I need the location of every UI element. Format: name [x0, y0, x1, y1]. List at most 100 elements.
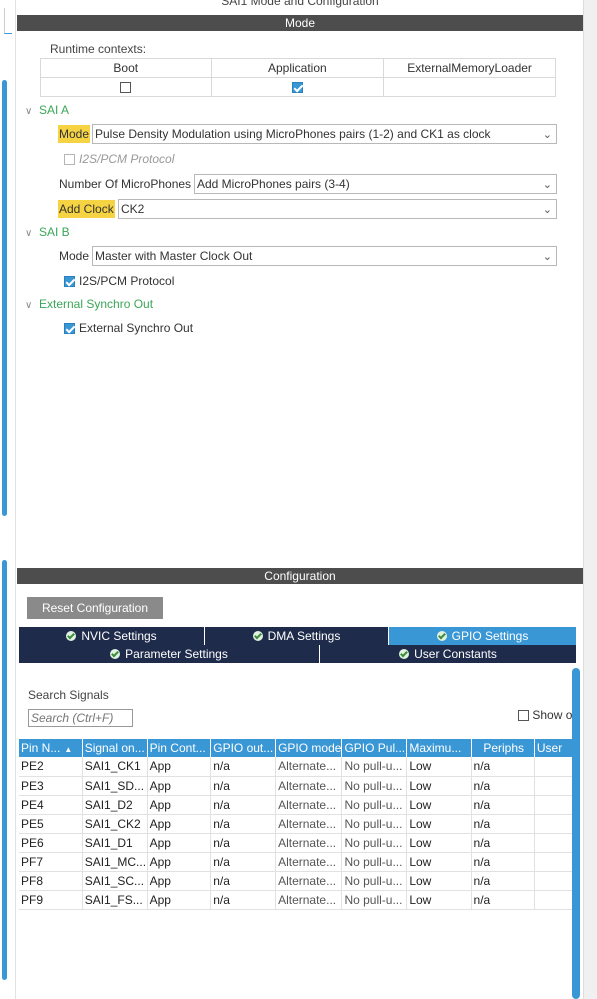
context-application-label: Application — [210, 58, 385, 78]
table-row[interactable]: PF7 SAI1_MC... App n/a Alternate... No pull-u… — [19, 852, 574, 872]
show-only-checkbox[interactable] — [518, 710, 529, 722]
column-header-periphs[interactable]: Periphs — [471, 739, 535, 757]
context-boot-checkbox[interactable] — [120, 82, 132, 94]
cell-periphs: n/a — [471, 776, 535, 796]
context-boot-label: Boot — [40, 58, 212, 78]
reset-configuration-button[interactable]: Reset Configuration — [27, 597, 163, 619]
table-row[interactable]: PF9 SAI1_FS... App n/a Alternate... No pull-u… — [19, 890, 574, 910]
add-clock-select[interactable]: CK2 ⌄ — [118, 199, 557, 219]
tab-parameter-settings[interactable]: Parameter Settings — [19, 645, 320, 663]
cell-gpio-pull: No pull-u... — [341, 776, 408, 796]
cell-gpio-mode: Alternate... — [275, 757, 343, 777]
cell-maximum: Low — [406, 814, 472, 834]
tab-gpio-label: GPIO Settings — [451, 629, 529, 643]
sai-a-mode-value: Pulse Density Modulation using MicroPhon… — [95, 127, 491, 141]
right-edge-scrollbar[interactable] — [583, 0, 597, 999]
table-row[interactable]: PE2 SAI1_CK1 App n/a Alternate... No pull-u..… — [19, 757, 574, 777]
num-mics-value: Add MicroPhones pairs (3-4) — [197, 177, 350, 191]
cell-pin-name: PF7 — [19, 852, 83, 872]
cell-gpio-pull: No pull-u... — [341, 814, 408, 834]
cell-user — [534, 852, 574, 872]
cell-periphs: n/a — [471, 814, 535, 834]
cell-user — [534, 833, 574, 853]
add-clock-label: Add Clock — [58, 200, 115, 218]
column-header-user[interactable]: User — [534, 739, 574, 757]
context-external-memory-loader-label: ExternalMemoryLoader — [383, 58, 556, 78]
chevron-down-icon: ⌄ — [542, 179, 552, 191]
search-signals-label: Search Signals — [28, 688, 109, 702]
table-row[interactable]: PE3 SAI1_SD... App n/a Alternate... No pull-u… — [19, 776, 574, 796]
cell-signal: SAI1_D1 — [82, 833, 148, 853]
tab-gpio-settings[interactable]: GPIO Settings — [389, 627, 577, 645]
sai-b-i2s-pcm-row: I2S/PCM Protocol — [64, 274, 174, 288]
sai-a-group-header[interactable]: ∨ SAI A — [25, 103, 69, 117]
tab-user-constants[interactable]: User Constants — [320, 645, 577, 663]
ext-synchro-title: External Synchro Out — [39, 297, 154, 311]
left-scrollbar-bottom[interactable] — [2, 560, 7, 980]
left-scrollbar-top[interactable] — [2, 80, 7, 516]
cell-pin-context: App — [147, 833, 212, 853]
num-mics-select[interactable]: Add MicroPhones pairs (3-4) ⌄ — [194, 174, 557, 194]
sai-b-mode-value: Master with Master Clock Out — [95, 249, 253, 263]
check-circle-icon — [399, 649, 410, 659]
configuration-section-header: Configuration — [17, 568, 583, 584]
table-row[interactable]: PE4 SAI1_D2 App n/a Alternate... No pull-u...… — [19, 795, 574, 815]
context-application-cell — [210, 77, 385, 97]
context-external-memory-loader-cell — [383, 77, 556, 97]
column-header-maximum[interactable]: Maximu... — [406, 739, 472, 757]
sai-b-i2s-pcm-checkbox[interactable] — [64, 276, 75, 288]
search-signals-input[interactable] — [28, 709, 133, 727]
chevron-down-icon: ⌄ — [542, 251, 552, 263]
configuration-scrollbar[interactable] — [572, 668, 580, 999]
chevron-down-icon: ∨ — [25, 106, 33, 117]
tab-nvic-settings[interactable]: NVIC Settings — [19, 627, 205, 645]
cell-gpio-mode: Alternate... — [275, 795, 343, 815]
chevron-down-icon: ⌄ — [542, 129, 552, 141]
column-header-gpio-output[interactable]: GPIO out... — [210, 739, 277, 757]
column-header-gpio-mode[interactable]: GPIO mode — [275, 739, 343, 757]
cell-gpio-mode: Alternate... — [275, 814, 343, 834]
left-side-strip — [0, 0, 16, 999]
column-header-gpio-pull[interactable]: GPIO Pul... — [341, 739, 408, 757]
cell-gpio-pull: No pull-u... — [341, 852, 408, 872]
tab-dma-settings[interactable]: DMA Settings — [205, 627, 389, 645]
cell-gpio-mode: Alternate... — [275, 852, 343, 872]
cell-maximum: Low — [406, 757, 472, 777]
cell-pin-name: PE4 — [19, 795, 83, 815]
sai-b-mode-label: Mode — [59, 249, 90, 263]
check-circle-icon — [66, 631, 77, 641]
column-header-pin-name[interactable]: Pin N... ▲ — [19, 739, 83, 757]
sai-b-mode-select[interactable]: Master with Master Clock Out ⌄ — [92, 246, 557, 266]
cell-signal: SAI1_D2 — [82, 795, 148, 815]
table-row[interactable]: PE6 SAI1_D1 App n/a Alternate... No pull-u...… — [19, 833, 574, 853]
cell-pin-name: PE2 — [19, 757, 83, 777]
cell-maximum: Low — [406, 795, 472, 815]
sai-a-mode-label: Mode — [58, 125, 91, 143]
sai-b-group-header[interactable]: ∨ SAI B — [25, 225, 70, 239]
table-row[interactable]: PF8 SAI1_SC... App n/a Alternate... No pull-u… — [19, 871, 574, 891]
cell-periphs: n/a — [471, 833, 535, 853]
cell-user — [534, 890, 574, 910]
cell-gpio-pull: No pull-u... — [341, 833, 408, 853]
table-row[interactable]: PE5 SAI1_CK2 App n/a Alternate... No pull-u..… — [19, 814, 574, 834]
context-application-checkbox[interactable] — [291, 82, 303, 94]
cell-gpio-pull: No pull-u... — [341, 795, 408, 815]
sai-a-i2s-pcm-checkbox[interactable] — [64, 154, 75, 166]
sai-a-mode-select[interactable]: Pulse Density Modulation using MicroPhon… — [92, 124, 557, 144]
column-header-signal[interactable]: Signal on... — [82, 739, 148, 757]
cell-signal: SAI1_FS... — [82, 890, 148, 910]
gpio-signals-table: Pin N... ▲ Signal on... Pin Cont... GPIO … — [19, 739, 574, 999]
ext-synchro-group-header[interactable]: ∨ External Synchro Out — [25, 297, 153, 311]
sai-a-i2s-pcm-row: I2S/PCM Protocol — [64, 152, 174, 166]
ext-synchro-checkbox[interactable] — [64, 323, 75, 335]
runtime-contexts-table: Boot Application ExternalMemoryLoader — [40, 58, 556, 97]
cell-signal: SAI1_SD... — [82, 776, 148, 796]
cell-user — [534, 814, 574, 834]
cell-user — [534, 757, 574, 777]
cell-signal: SAI1_SC... — [82, 871, 148, 891]
column-header-pin-context[interactable]: Pin Cont... — [147, 739, 212, 757]
add-clock-value: CK2 — [121, 202, 145, 216]
mode-section-header: Mode — [17, 15, 583, 31]
cell-pin-context: App — [147, 757, 212, 777]
sort-ascending-icon: ▲ — [64, 745, 73, 754]
